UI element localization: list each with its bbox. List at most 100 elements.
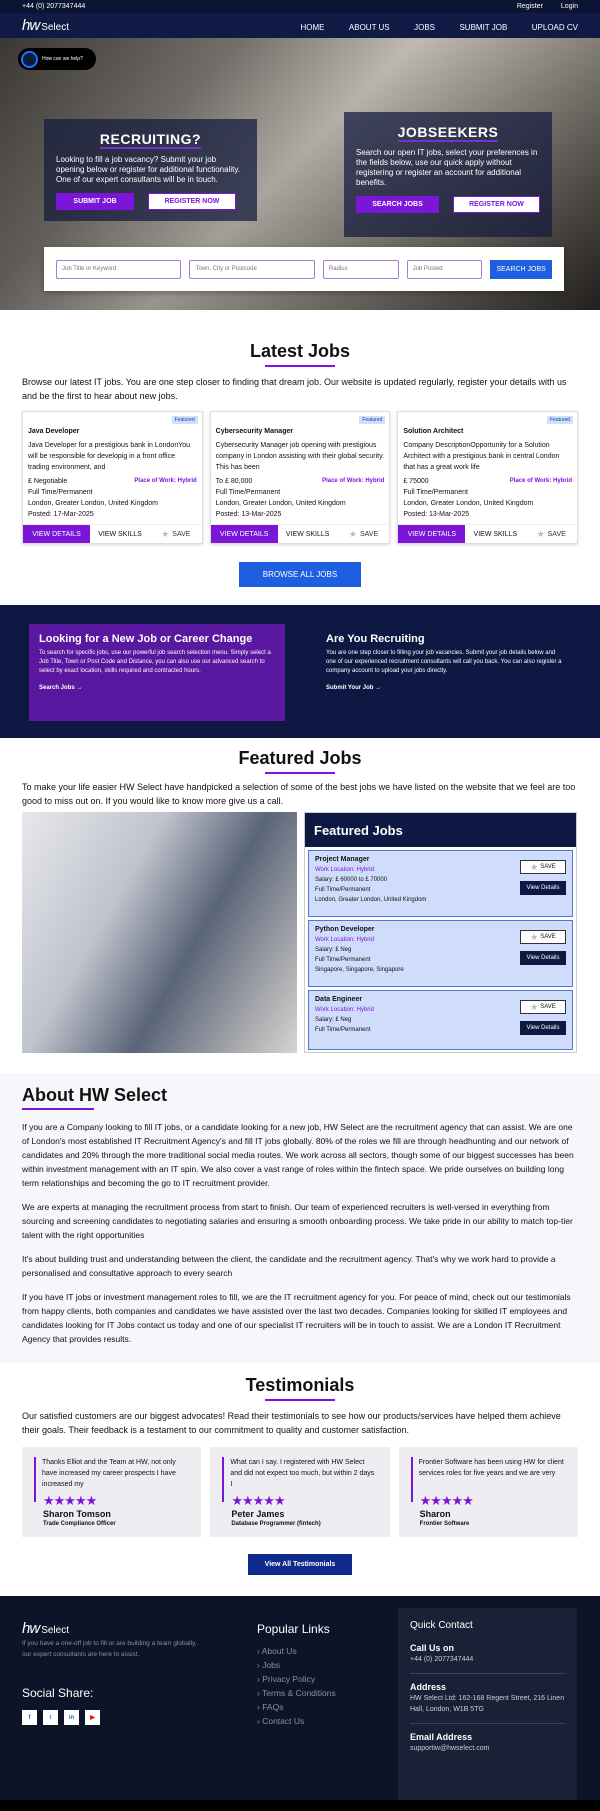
footer-link-terms[interactable]: › Terms & Conditions (257, 1686, 336, 1700)
testimonial-role: Trade Compliance Officer (43, 1521, 116, 1527)
new-job-cta-title: Looking for a New Job or Career Change (39, 633, 253, 645)
job-title[interactable]: Java Developer (28, 426, 197, 437)
job-card: Featured Solution Architect Company Desc… (397, 411, 579, 544)
call-label: Call Us on (410, 1643, 455, 1653)
view-skills-button[interactable]: VIEW SKILLS (278, 525, 338, 543)
address-text: HW Select Ltd: 162-168 Regent Street, 21… (410, 1695, 565, 1713)
footer-link-contact[interactable]: › Contact Us (257, 1714, 336, 1728)
testimonial-quote: What can I say. I registered with HW Sel… (230, 1459, 375, 1488)
featured-job-item: Python Developer Work Location: Hybrid S… (308, 920, 573, 987)
footer-link-faqs[interactable]: › FAQs (257, 1700, 336, 1714)
job-place: London, Greater London, United Kingdom (315, 897, 427, 903)
phone-link[interactable]: +44 (0) 2077347444 (410, 1654, 565, 1665)
nav-about-us[interactable]: ABOUT US (349, 23, 390, 32)
testimonial-card: What can I say. I registered with HW Sel… (210, 1447, 390, 1537)
linkedin-icon[interactable]: in (64, 1710, 79, 1725)
help-chat-button[interactable]: How can we help? (18, 48, 96, 70)
view-details-button[interactable]: View Details (520, 1021, 566, 1035)
twitter-icon[interactable]: t (43, 1710, 58, 1725)
place-of-work: Place of Work: Hybrid (509, 478, 573, 484)
latest-jobs-intro: Browse our latest IT jobs. You are one s… (22, 377, 567, 401)
recruiting-panel: RECRUITING? Looking to fill a job vacanc… (44, 119, 257, 221)
job-type: Full Time/Permanent (215, 489, 281, 496)
email-link[interactable]: supportiw@hwselect.com (410, 1743, 565, 1754)
about-title: About HW Select (22, 1085, 167, 1110)
phone-number: +44 (0) 2077347444 (22, 3, 86, 10)
search-jobs-link[interactable]: Search Jobs → (39, 685, 275, 691)
save-button[interactable]: ★ SAVE (520, 930, 566, 944)
testimonial-quote: Frontier Software has been using HW for … (418, 1459, 564, 1477)
testimonial-quote: Thanks Elliot and the Team at HW, not on… (42, 1459, 176, 1488)
view-details-button[interactable]: View Details (520, 881, 566, 895)
star-icon: ★ (161, 528, 170, 539)
star-icon: ★ (348, 528, 357, 539)
jobseeker-register-button[interactable]: REGISTER NOW (453, 196, 540, 213)
nav-home[interactable]: HOME (300, 23, 324, 32)
register-link[interactable]: Register (517, 3, 543, 10)
login-link[interactable]: Login (561, 3, 578, 10)
nav-upload-cv[interactable]: UPLOAD CV (532, 23, 578, 32)
view-details-button[interactable]: VIEW DETAILS (23, 525, 90, 543)
featured-job-item: Data Engineer Work Location: Hybrid Sala… (308, 990, 573, 1050)
footer-link-privacy[interactable]: › Privacy Policy (257, 1672, 336, 1686)
jobseekers-title: JOBSEEKERS (397, 124, 499, 142)
search-submit-button[interactable]: SEARCH JOBS (490, 259, 552, 279)
place-of-work: Place of Work: Hybrid (134, 478, 197, 484)
jobseekers-panel: JOBSEEKERS Search our open IT jobs, sele… (344, 112, 552, 237)
featured-jobs-title: Featured Jobs (0, 748, 600, 774)
search-jobs-button[interactable]: SEARCH JOBS (356, 196, 440, 213)
view-skills-button[interactable]: VIEW SKILLS (90, 525, 150, 543)
job-title[interactable]: Solution Architect (403, 426, 572, 437)
footer-link-jobs[interactable]: › Jobs (257, 1658, 336, 1672)
submit-your-job-link[interactable]: Submit Your Job → (326, 685, 566, 691)
nav-jobs[interactable]: JOBS (414, 23, 435, 32)
facebook-icon[interactable]: f (22, 1710, 37, 1725)
save-button[interactable]: ★ SAVE (520, 1000, 566, 1014)
main-nav: hw Select HOME ABOUT US JOBS SUBMIT JOB U… (0, 13, 600, 38)
testimonial-name: Peter James (231, 1509, 285, 1519)
job-posted-select[interactable]: Job Posted (406, 259, 483, 279)
job-search-bar: Job Title or Keyword Town, City or Postc… (44, 247, 564, 291)
recruiting-cta: Are You Recruiting You are one step clos… (326, 633, 566, 691)
browse-all-jobs-button[interactable]: BROWSE ALL JOBS (239, 562, 361, 587)
job-description: Java Developer for a prestigious bank in… (28, 442, 191, 471)
submit-job-button[interactable]: SUBMIT JOB (56, 193, 134, 210)
recruiting-title: RECRUITING? (99, 131, 202, 149)
location-input[interactable]: Town, City or Postcode (189, 259, 315, 279)
view-details-button[interactable]: View Details (520, 951, 566, 965)
save-button[interactable]: ★ SAVE (338, 525, 390, 543)
save-button[interactable]: ★ SAVE (520, 860, 566, 874)
nav-submit-job[interactable]: SUBMIT JOB (459, 23, 507, 32)
testimonial-card: Frontier Software has been using HW for … (398, 1447, 578, 1537)
about-paragraph: If you are a Company looking to fill IT … (22, 1122, 574, 1188)
email-label: Email Address (410, 1732, 473, 1742)
youtube-icon[interactable]: ▶ (85, 1710, 100, 1725)
view-details-button[interactable]: VIEW DETAILS (210, 525, 278, 543)
save-button[interactable]: ★ SAVE (525, 525, 577, 543)
job-place: Singapore, Singapore, Singapore (315, 967, 404, 973)
jobseekers-text: Search our open IT jobs, select your pre… (356, 148, 538, 187)
rating-stars: ★★★★★ (231, 1493, 285, 1508)
footer-description: If you have a one-off job to fill or are… (22, 1640, 197, 1658)
job-salary: £ Negotiable (28, 478, 68, 485)
register-now-button[interactable]: REGISTER NOW (148, 193, 236, 210)
save-button[interactable]: ★ SAVE (150, 525, 202, 543)
view-all-testimonials-button[interactable]: View All Testimonials (248, 1554, 352, 1575)
keyword-input[interactable]: Job Title or Keyword (56, 259, 182, 279)
site-footer: hw Select If you have a one-off job to fi… (0, 1596, 600, 1811)
footer-logo[interactable]: hw Select (22, 1620, 69, 1637)
footer-link-about-us[interactable]: › About Us (257, 1644, 336, 1658)
about-paragraph: If you have IT jobs or investment manage… (22, 1292, 571, 1344)
testimonial-role: Database Programmer (fintech) (231, 1521, 321, 1527)
site-logo[interactable]: hw Select (22, 17, 69, 34)
view-skills-button[interactable]: VIEW SKILLS (465, 525, 525, 543)
job-location: London, Greater London, United Kingdom (28, 500, 158, 507)
radius-select[interactable]: Radius (322, 259, 399, 279)
rating-stars: ★★★★★ (43, 1493, 97, 1508)
featured-jobs-section: Featured Jobs To make your life easier H… (0, 748, 600, 1053)
about-section: About HW Select If you are a Company loo… (0, 1073, 600, 1363)
new-job-cta: Looking for a New Job or Career Change T… (29, 624, 285, 721)
featured-badge: Featured (359, 416, 386, 424)
job-title[interactable]: Cybersecurity Manager (216, 426, 385, 437)
view-details-button[interactable]: VIEW DETAILS (398, 525, 466, 543)
